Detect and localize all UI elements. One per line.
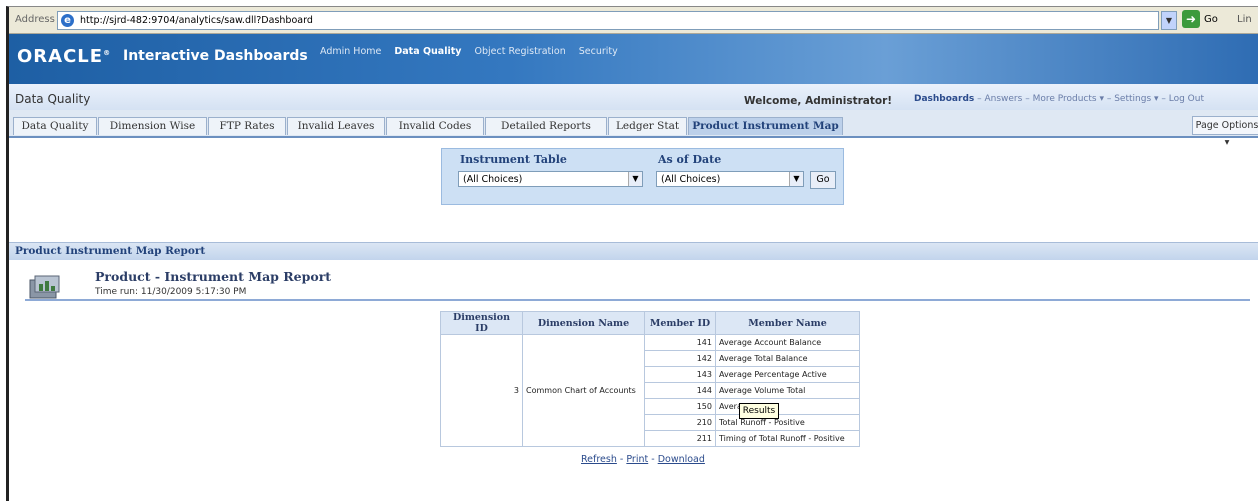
member-name-cell: Total Runoff - Positive [715,414,860,431]
print-link[interactable]: Print [626,454,648,465]
prompt-panel: Instrument Table (All Choices) ▼ As of D… [441,148,844,205]
browser-window: Address e http://sjrd-482:9704/analytics… [6,6,1258,501]
dimension-id-cell: 3 [440,334,523,447]
nav-object-registration[interactable]: Object Registration [474,46,565,57]
product-title: Interactive Dashboards [123,48,308,64]
nav-admin-home[interactable]: Admin Home [320,46,381,57]
member-id-cell: 211 [644,430,716,447]
tab-ftp-rates[interactable]: FTP Rates [208,117,286,135]
nav-data-quality[interactable]: Data Quality [394,46,461,57]
dashboard-tabs: Data Quality Dimension Wise FTP Rates In… [9,110,1258,138]
report-icon [29,275,60,299]
links-toolbar[interactable]: Lin [1237,14,1252,25]
tab-dimension-wise[interactable]: Dimension Wise [98,117,207,135]
member-name-cell: Average Total Balance [715,350,860,367]
tab-ledger-stat[interactable]: Ledger Stat [608,117,687,135]
as-of-date-select[interactable]: (All Choices) ▼ [656,171,804,187]
tab-data-quality[interactable]: Data Quality [13,117,97,135]
member-id-cell: 142 [644,350,716,367]
address-bar: Address e http://sjrd-482:9704/analytics… [9,7,1258,34]
refresh-link[interactable]: Refresh [581,454,617,465]
member-id-cell: 144 [644,382,716,399]
column-header[interactable]: Dimension Name [522,311,645,335]
logout-link[interactable]: Log Out [1169,94,1204,104]
column-header[interactable]: Member ID [644,311,716,335]
section-title: Product Instrument Map Report [15,245,206,257]
ie-page-icon: e [61,14,74,27]
dimension-name-cell: Common Chart of Accounts [522,334,645,447]
column-header[interactable]: Dimension ID [440,311,523,335]
divider [25,299,1250,301]
member-id-cell: 210 [644,414,716,431]
dashboards-link[interactable]: Dashboards [914,94,974,104]
oracle-header: ORACLE® Interactive Dashboards Admin Hom… [9,34,1258,84]
as-of-date-label: As of Date [658,153,722,166]
go-arrow-icon[interactable]: ➜ [1182,10,1200,28]
header-nav: Admin Home Data Quality Object Registrat… [320,46,628,57]
welcome-text: Welcome, Administrator! [744,95,893,107]
column-header[interactable]: Member Name [715,311,860,335]
member-name-cell: Average Volume Total [715,382,860,399]
chevron-down-icon: ▼ [789,172,803,186]
member-id-cell: 143 [644,366,716,383]
go-button[interactable]: Go [810,171,836,189]
table-header-row: Dimension ID Dimension Name Member ID Me… [440,311,860,335]
tab-invalid-codes[interactable]: Invalid Codes [386,117,484,135]
instrument-table-label: Instrument Table [460,153,567,166]
member-name-cell: Timing of Total Runoff - Positive [715,430,860,447]
nav-security[interactable]: Security [579,46,618,57]
go-button[interactable]: Go [1204,14,1218,25]
member-name-cell: Average ... ate [715,398,860,415]
settings-link[interactable]: Settings [1114,94,1151,104]
tab-invalid-leaves[interactable]: Invalid Leaves [287,117,385,135]
oracle-logo: ORACLE® [17,46,112,67]
dashboard-bar: Data Quality Welcome, Administrator! Das… [9,84,1258,110]
report-links: Refresh - Print - Download [581,454,705,465]
more-products-link[interactable]: More Products [1033,94,1097,104]
address-input[interactable]: e http://sjrd-482:9704/analytics/saw.dll… [57,11,1159,30]
results-table: Dimension ID Dimension Name Member ID Me… [440,311,860,447]
chevron-down-icon[interactable]: ▼ [1161,11,1177,30]
report-time-run: Time run: 11/30/2009 5:17:30 PM [95,287,247,297]
tab-detailed-reports[interactable]: Detailed Reports [485,117,607,135]
member-id-cell: 141 [644,334,716,351]
chevron-down-icon: ▼ [628,172,642,186]
instrument-table-select[interactable]: (All Choices) ▼ [458,171,643,187]
url-text: http://sjrd-482:9704/analytics/saw.dll?D… [80,15,313,26]
report-title: Product - Instrument Map Report [95,269,332,284]
tab-product-instrument-map[interactable]: Product Instrument Map [688,117,843,135]
table-row: 3 Common Chart of Accounts 141 Average A… [440,334,860,447]
member-name-cell: Average Percentage Active [715,366,860,383]
answers-link[interactable]: Answers [984,94,1022,104]
section-header: Product Instrument Map Report [9,242,1258,260]
member-id-cell: 150 [644,398,716,415]
page-options-button[interactable]: Page Options ▾ [1192,116,1258,148]
results-tooltip: Results [739,403,779,419]
dashboard-title: Data Quality [15,92,91,106]
address-label: Address [15,14,55,25]
global-links: Dashboards – Answers – More Products ▾ –… [914,94,1205,104]
member-name-cell: Average Account Balance [715,334,860,351]
download-link[interactable]: Download [658,454,705,465]
